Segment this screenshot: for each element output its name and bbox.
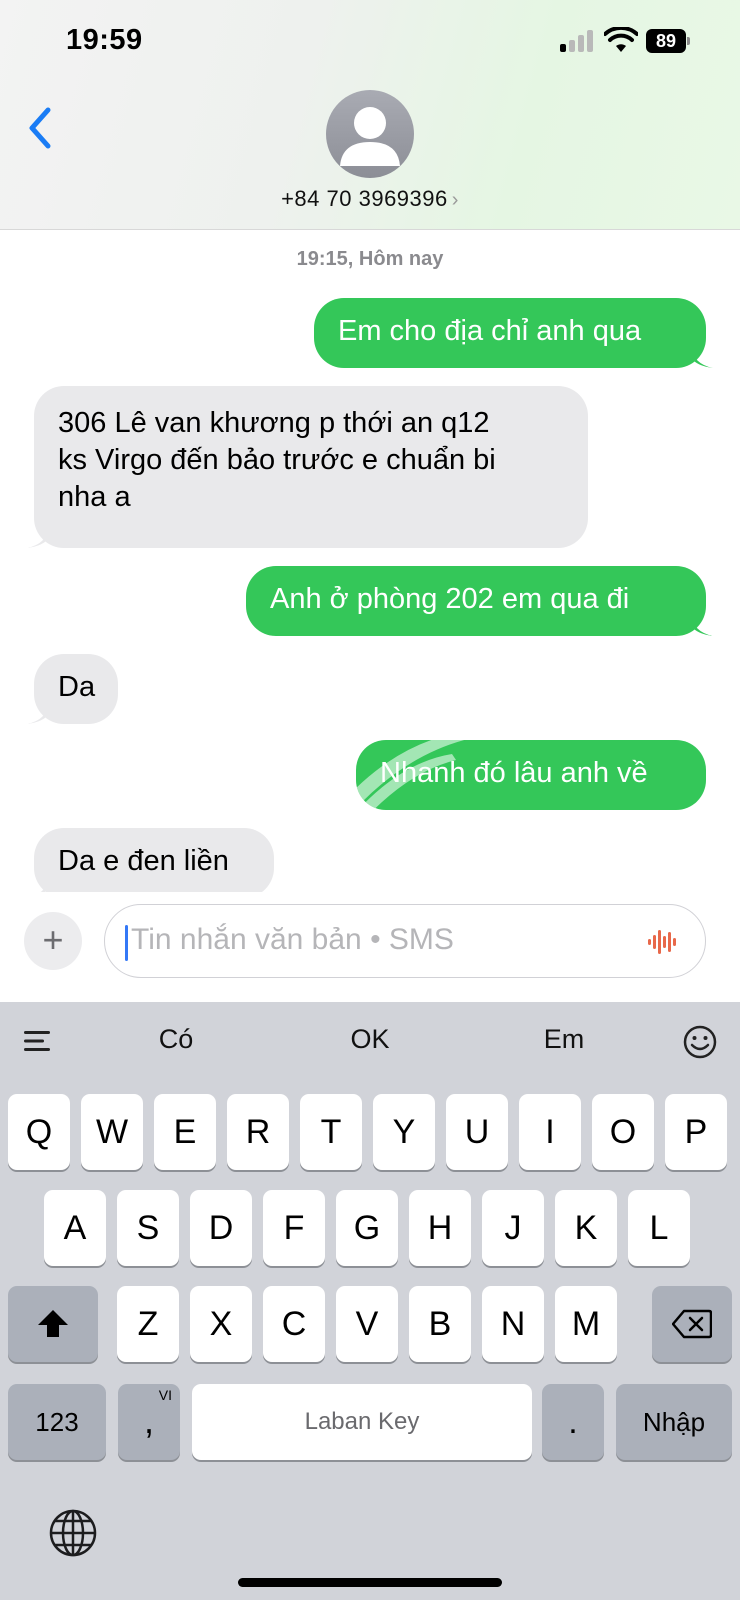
key-u[interactable]: U — [446, 1094, 508, 1170]
battery-level: 89 — [646, 29, 686, 53]
battery-icon: 89 — [646, 29, 690, 53]
key-b[interactable]: B — [409, 1286, 471, 1362]
wifi-icon — [604, 27, 638, 52]
period-key[interactable]: . — [542, 1384, 604, 1460]
key-a[interactable]: A — [44, 1190, 106, 1266]
contact-name[interactable]: +84 70 3969396 › — [0, 186, 740, 212]
timestamp-time: 19:15, — [296, 248, 354, 270]
message-input-placeholder: Tin nhắn văn bản • SMS — [131, 923, 454, 956]
key-s[interactable]: S — [117, 1190, 179, 1266]
backspace-icon — [671, 1309, 713, 1339]
message-text: Em cho địa chỉ anh qua — [338, 315, 642, 347]
status-time: 19:59 — [66, 24, 143, 56]
message-sent[interactable]: Em cho địa chỉ anh qua — [314, 298, 713, 368]
key-f[interactable]: F — [263, 1190, 325, 1266]
audio-waveform-icon[interactable] — [647, 927, 679, 957]
key-z[interactable]: Z — [117, 1286, 179, 1362]
suggestion-bar: Có OK Em — [0, 1002, 740, 1082]
key-g[interactable]: G — [336, 1190, 398, 1266]
timestamp-day: Hôm nay — [358, 248, 444, 270]
message-received[interactable]: Da e đen liền — [27, 828, 274, 898]
space-key[interactable]: Laban Key — [192, 1384, 532, 1460]
key-t[interactable]: T — [300, 1094, 362, 1170]
message-text: Nhanh đó lâu anh về — [380, 757, 648, 789]
message-text-line: ks Virgo đến bảo trước e chuẩn bi — [58, 444, 496, 476]
contact-chevron-icon: › — [451, 189, 459, 211]
cellular-signal-icon — [560, 30, 594, 52]
message-received[interactable]: 306 Lê van khương p thới an q12 ks Virgo… — [27, 386, 588, 548]
message-text: Da — [58, 671, 96, 703]
suggestion-1[interactable]: Có — [116, 1024, 236, 1055]
contact-avatar[interactable] — [326, 90, 414, 178]
shift-key[interactable] — [8, 1286, 98, 1362]
key-e[interactable]: E — [154, 1094, 216, 1170]
text-cursor — [125, 925, 128, 961]
key-x[interactable]: X — [190, 1286, 252, 1362]
message-sent[interactable]: Nhanh đó lâu anh về — [356, 740, 706, 810]
return-key[interactable]: Nhập — [616, 1384, 732, 1460]
key-v[interactable]: V — [336, 1286, 398, 1362]
message-sent[interactable]: Anh ở phòng 202 em qua đi — [246, 566, 713, 636]
key-i[interactable]: I — [519, 1094, 581, 1170]
key-w[interactable]: W — [81, 1094, 143, 1170]
thread-timestamp: 19:15, Hôm nay — [0, 248, 740, 271]
person-icon — [340, 107, 400, 166]
compose-bar: + Tin nhắn văn bản • SMS — [0, 892, 740, 1002]
shift-arrow-icon — [38, 1310, 68, 1337]
key-n[interactable]: N — [482, 1286, 544, 1362]
message-text-line: nha a — [58, 481, 131, 513]
comma-glyph: , — [143, 1400, 154, 1441]
key-q[interactable]: Q — [8, 1094, 70, 1170]
key-k[interactable]: K — [555, 1190, 617, 1266]
conversation-header: 19:59 89 +84 70 3969396 › — [0, 0, 740, 230]
key-r[interactable]: R — [227, 1094, 289, 1170]
key-p[interactable]: P — [665, 1094, 727, 1170]
key-y[interactable]: Y — [373, 1094, 435, 1170]
language-label: VI — [158, 1387, 172, 1403]
backspace-key[interactable] — [652, 1286, 732, 1362]
key-d[interactable]: D — [190, 1190, 252, 1266]
message-text-line: 306 Lê van khương p thới an q12 — [58, 407, 490, 439]
globe-icon[interactable] — [48, 1508, 98, 1558]
suggestion-2[interactable]: OK — [310, 1024, 430, 1055]
emoji-icon[interactable] — [682, 1024, 718, 1060]
message-text: Da e đen liền — [58, 845, 229, 877]
key-j[interactable]: J — [482, 1190, 544, 1266]
home-indicator — [238, 1578, 502, 1587]
comma-key[interactable]: VI , — [118, 1384, 180, 1460]
key-l[interactable]: L — [628, 1190, 690, 1266]
contact-number: +84 70 3969396 — [281, 186, 448, 211]
menu-icon[interactable] — [22, 1028, 54, 1054]
key-o[interactable]: O — [592, 1094, 654, 1170]
suggestion-3[interactable]: Em — [504, 1024, 624, 1055]
back-chevron-icon[interactable] — [22, 104, 58, 152]
key-h[interactable]: H — [409, 1190, 471, 1266]
message-received[interactable]: Da — [27, 654, 118, 724]
key-m[interactable]: M — [555, 1286, 617, 1362]
key-c[interactable]: C — [263, 1286, 325, 1362]
attach-plus-button[interactable]: + — [24, 912, 82, 970]
message-text: Anh ở phòng 202 em qua đi — [270, 583, 630, 615]
numbers-key[interactable]: 123 — [8, 1384, 106, 1460]
message-input[interactable]: Tin nhắn văn bản • SMS — [104, 904, 706, 978]
